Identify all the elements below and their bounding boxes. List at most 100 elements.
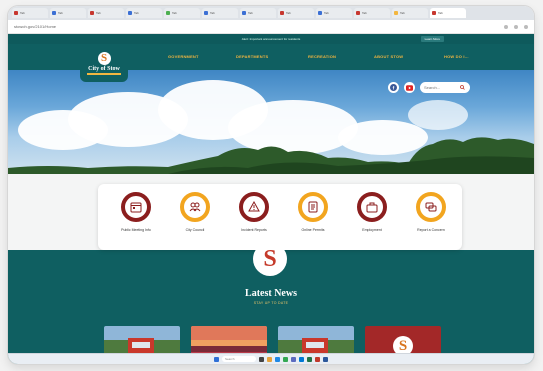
city-logo[interactable]: S City of Stow	[80, 44, 128, 82]
quick-link-online-permits[interactable]: Online Permits	[283, 192, 343, 232]
task-view-icon[interactable]	[259, 356, 264, 362]
ql-ring	[180, 192, 210, 222]
taskbar-search[interactable]: Search	[222, 356, 256, 362]
outlook-icon[interactable]	[299, 356, 304, 362]
ql-label: Report a Concern	[417, 228, 445, 232]
search-input[interactable]	[424, 85, 460, 90]
news-subtitle: STAY UP TO DATE	[253, 301, 289, 305]
tab-favicon	[166, 11, 170, 15]
ql-label: Employment	[362, 228, 382, 232]
browser-tab[interactable]: Tab	[164, 8, 200, 18]
cloud	[408, 100, 468, 130]
extension-icon[interactable]	[504, 24, 508, 29]
tab-title: Tab	[134, 11, 139, 15]
youtube-icon[interactable]	[404, 82, 415, 93]
browser-tab[interactable]: Tab	[88, 8, 124, 18]
chat-icon	[425, 202, 437, 212]
people-icon	[189, 202, 201, 212]
tab-title: Tab	[324, 11, 329, 15]
address-bar[interactable]: stowoh.gov/2101/Home	[8, 20, 534, 34]
facebook-icon[interactable]: f	[388, 82, 399, 93]
browser-tab[interactable]: Tab	[354, 8, 390, 18]
quick-link-city-council[interactable]: City Council	[165, 192, 225, 232]
hero-image: f	[8, 70, 534, 174]
treeline-illustration	[8, 137, 534, 174]
browser-actions	[504, 24, 528, 29]
favorites-icon[interactable]	[514, 24, 518, 29]
ql-ring	[416, 192, 446, 222]
tab-title: Tab	[58, 11, 63, 15]
browser-tab[interactable]: Tab	[202, 8, 238, 18]
news-title: Latest News	[245, 288, 297, 299]
nav-about[interactable]: ABOUT STOW	[374, 54, 403, 59]
site-search[interactable]	[420, 82, 470, 93]
alert-learn-more-button[interactable]: Learn More	[420, 36, 444, 42]
app-icon[interactable]	[315, 356, 320, 362]
hero-toolbar: f	[388, 82, 470, 93]
logo-underline	[87, 72, 121, 75]
ql-label: Incident Reports	[241, 228, 267, 232]
device-frame: Tab Tab Tab Tab Tab Tab Tab Tab Tab Tab …	[8, 6, 534, 364]
ql-ring	[357, 192, 387, 222]
tab-favicon	[52, 11, 56, 15]
ql-label: Online Permits	[301, 228, 325, 232]
browser-tab-strip: Tab Tab Tab Tab Tab Tab Tab Tab Tab Tab …	[8, 6, 534, 20]
browser-tab[interactable]: Tab	[392, 8, 428, 18]
search-icon[interactable]	[460, 85, 465, 90]
logo-s-mark: S	[97, 51, 111, 65]
logo-text: City of Stow	[88, 65, 120, 72]
tab-title: Tab	[210, 11, 215, 15]
menu-icon[interactable]	[524, 24, 528, 29]
alert-text: Alert: Important announcement for reside…	[241, 37, 301, 41]
tab-favicon	[318, 11, 322, 15]
file-explorer-icon[interactable]	[267, 356, 272, 362]
start-icon[interactable]	[214, 356, 219, 362]
browser-tab[interactable]: Tab	[316, 8, 352, 18]
taskbar: Search	[8, 353, 534, 364]
ql-ring	[239, 192, 269, 222]
edge-icon[interactable]	[275, 356, 280, 362]
calendar-icon	[130, 202, 142, 213]
browser-tab[interactable]: Tab	[240, 8, 276, 18]
quick-links-panel: Public Meeting Info City Council Inciden…	[98, 184, 462, 250]
ql-ring	[121, 192, 151, 222]
tab-favicon	[90, 11, 94, 15]
word-icon[interactable]	[323, 356, 328, 362]
teams-icon[interactable]	[291, 356, 296, 362]
tab-title: Tab	[248, 11, 253, 15]
tab-title: Tab	[96, 11, 101, 15]
quick-link-incident-reports[interactable]: Incident Reports	[224, 192, 284, 232]
browser-tab-active[interactable]: Tab	[430, 8, 466, 18]
nav-how-do-i[interactable]: HOW DO I...	[444, 54, 469, 59]
tab-favicon	[242, 11, 246, 15]
tab-title: Tab	[172, 11, 177, 15]
ql-label: Public Meeting Info	[121, 228, 151, 232]
quick-link-public-meeting[interactable]: Public Meeting Info	[106, 192, 166, 232]
nav-departments[interactable]: DEPARTMENTS	[236, 54, 268, 59]
nav-government[interactable]: GOVERNMENT	[168, 54, 199, 59]
tab-favicon	[394, 11, 398, 15]
excel-icon[interactable]	[307, 356, 312, 362]
nav-recreation[interactable]: RECREATION	[308, 54, 336, 59]
url-text[interactable]: stowoh.gov/2101/Home	[14, 24, 56, 29]
tab-title: Tab	[438, 11, 443, 15]
city-emblem: S	[253, 242, 287, 276]
tab-favicon	[14, 11, 18, 15]
tab-favicon	[280, 11, 284, 15]
quick-link-report-concern[interactable]: Report a Concern	[401, 192, 461, 232]
browser-tab[interactable]: Tab	[12, 8, 48, 18]
tab-favicon	[356, 11, 360, 15]
browser-tab[interactable]: Tab	[50, 8, 86, 18]
tab-title: Tab	[362, 11, 367, 15]
tab-title: Tab	[286, 11, 291, 15]
quick-link-employment[interactable]: Employment	[342, 192, 402, 232]
browser-tab[interactable]: Tab	[126, 8, 162, 18]
document-icon	[308, 201, 318, 213]
chrome-icon[interactable]	[283, 356, 288, 362]
browser-tab[interactable]: Tab	[278, 8, 314, 18]
tab-favicon	[128, 11, 132, 15]
tab-favicon	[204, 11, 208, 15]
tab-title: Tab	[400, 11, 405, 15]
ql-ring	[298, 192, 328, 222]
alert-bar: Alert: Important announcement for reside…	[8, 34, 534, 44]
